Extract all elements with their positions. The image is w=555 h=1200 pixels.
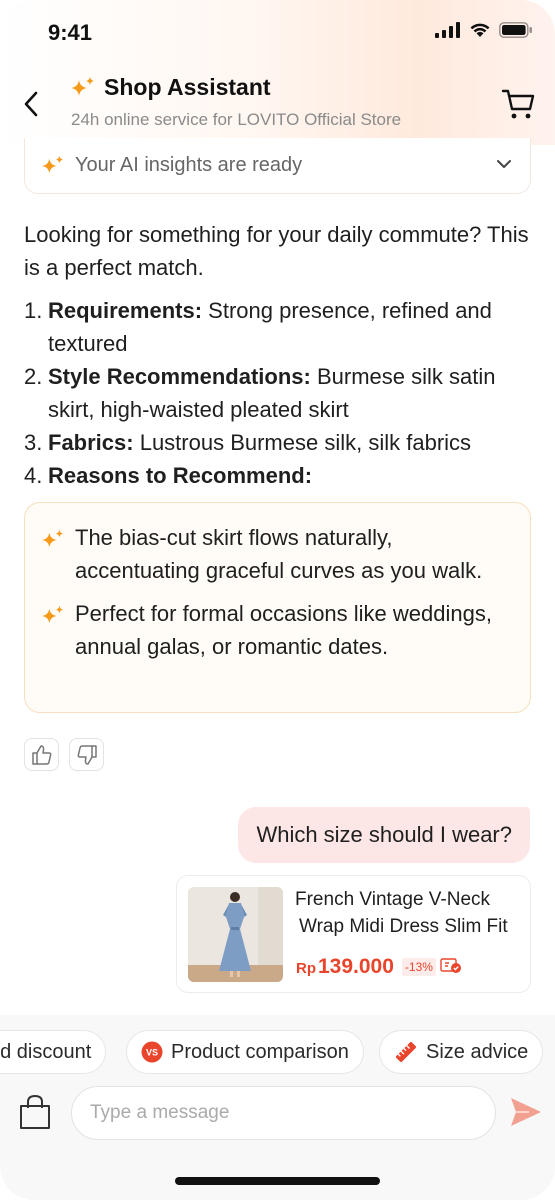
thumbs-up-icon	[31, 744, 51, 765]
list-text: Fabrics: Lustrous Burmese silk, silk fab…	[48, 426, 471, 459]
sparkle-icon	[42, 155, 64, 173]
reason-text: The bias-cut skirt flows naturally, acce…	[75, 525, 483, 583]
insights-label: Your AI insights are ready	[75, 154, 303, 176]
reasons-box: The bias-cut skirt flows naturally, acce…	[24, 502, 531, 713]
reason-item: The bias-cut skirt flows naturally, acce…	[41, 521, 514, 587]
list-number: 3.	[24, 430, 43, 455]
shopping-bag-icon	[20, 1094, 50, 1129]
price-value: 139.000	[318, 955, 394, 978]
price-row: Rp 139.000 -13%	[296, 955, 462, 979]
recommendation-list: 1. Requirements: Strong presence, refine…	[24, 294, 534, 492]
status-bar: 9:41	[0, 0, 555, 64]
product-card[interactable]: French Vintage V-Neck Wrap Midi Dress Sl…	[176, 875, 531, 993]
ai-insights-toggle[interactable]: Your AI insights are ready	[24, 138, 531, 194]
cart-icon	[501, 89, 535, 119]
list-text: Requirements: Strong presence, refined a…	[48, 294, 534, 360]
chevron-down-icon	[497, 160, 511, 168]
price-currency: Rp	[296, 960, 316, 977]
chip-label: nd discount	[0, 1040, 92, 1063]
thumbs-up-button[interactable]	[24, 738, 59, 771]
title-row: Shop Assistant	[70, 74, 271, 101]
chip-discount[interactable]: nd discount	[0, 1030, 107, 1074]
user-message-bubble: Which size should I wear?	[238, 807, 530, 863]
list-text: Reasons to Recommend:	[48, 459, 312, 492]
thumbs-down-button[interactable]	[69, 738, 104, 771]
send-icon	[511, 1098, 541, 1126]
signal-icon	[435, 22, 460, 38]
assistant-intro: Looking for something for your daily com…	[24, 222, 529, 280]
reason-item: Perfect for formal occasions like weddin…	[41, 597, 514, 663]
product-name-line2: Wrap Midi Dress Slim Fit	[299, 916, 508, 937]
list-text: Style Recommendations: Burmese silk sati…	[48, 360, 534, 426]
home-indicator[interactable]	[175, 1177, 380, 1185]
status-icons	[435, 22, 533, 38]
battery-icon	[499, 22, 532, 38]
phone-screen: 9:41 Shop Assistant 24h online service f…	[0, 0, 555, 1200]
quick-reply-chips: nd discount VS Product comparison	[0, 1030, 555, 1074]
list-item: 4. Reasons to Recommend:	[24, 459, 534, 492]
chip-size-advice[interactable]: Size advice	[379, 1030, 544, 1074]
page-subtitle: 24h online service for LOVITO Official S…	[71, 110, 402, 129]
list-value: Lustrous Burmese silk, silk fabrics	[133, 430, 472, 455]
sparkle-icon	[41, 597, 75, 663]
nav-header: Shop Assistant 24h online service for LO…	[0, 64, 555, 144]
status-time: 9:41	[48, 20, 93, 45]
feedback-buttons	[24, 738, 104, 771]
send-button[interactable]	[509, 1094, 543, 1135]
svg-text:VS: VS	[146, 1048, 158, 1058]
chevron-left-icon	[24, 91, 38, 117]
list-number: 1.	[24, 298, 43, 323]
vs-icon: VS	[141, 1041, 163, 1063]
chip-label: Size advice	[426, 1040, 529, 1063]
reason-text: Perfect for formal occasions like weddin…	[75, 601, 492, 659]
list-label: Reasons to Recommend:	[48, 463, 313, 488]
chip-product-comparison[interactable]: VS Product comparison	[126, 1030, 364, 1074]
page-title: Shop Assistant	[104, 74, 271, 100]
list-number: 4.	[24, 463, 43, 488]
sparkle-icon	[71, 76, 94, 96]
shopping-bag-button[interactable]	[18, 1094, 52, 1135]
sparkle-icon	[41, 521, 75, 587]
list-item: 3. Fabrics: Lustrous Burmese silk, silk …	[24, 426, 534, 459]
product-image	[188, 887, 283, 982]
list-item: 2. Style Recommendations: Burmese silk s…	[24, 360, 534, 426]
composer-row: Type a message	[0, 1086, 555, 1140]
cart-button[interactable]	[501, 86, 537, 122]
list-label: Requirements:	[48, 298, 203, 323]
coupon-icon	[440, 956, 462, 979]
list-item: 1. Requirements: Strong presence, refine…	[24, 294, 534, 360]
back-button[interactable]	[16, 86, 46, 122]
list-label: Fabrics:	[48, 430, 134, 455]
message-input[interactable]: Type a message	[71, 1086, 496, 1140]
list-label: Style Recommendations:	[48, 364, 311, 389]
wifi-icon	[470, 23, 490, 37]
bottom-bar: nd discount VS Product comparison	[0, 1015, 555, 1200]
product-name: French Vintage V-Neck Wrap Midi Dress Sl…	[295, 886, 517, 940]
product-name-line1: French Vintage V-Neck	[295, 889, 491, 910]
list-number: 2.	[24, 364, 43, 389]
ruler-icon	[394, 1040, 418, 1064]
discount-badge: -13%	[401, 958, 436, 976]
chip-label: Product comparison	[171, 1040, 349, 1063]
thumbs-down-icon	[77, 744, 97, 765]
message-input-placeholder: Type a message	[90, 1102, 230, 1123]
